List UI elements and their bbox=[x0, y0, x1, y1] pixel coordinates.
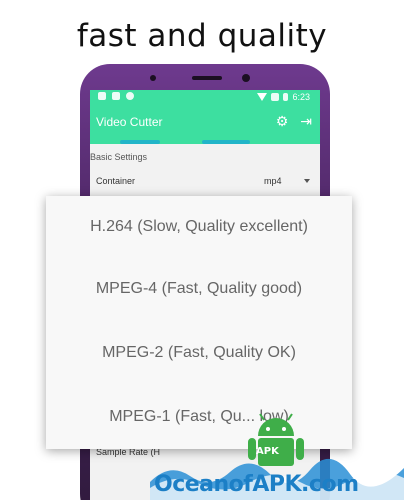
app-bar: Video Cutter ⚙ ⇥ bbox=[90, 106, 320, 138]
chevron-down-icon bbox=[304, 179, 310, 183]
container-setting-row[interactable]: Container mp4 bbox=[96, 170, 314, 194]
codec-option-mpeg2[interactable]: MPEG-2 (Fast, Quality OK) bbox=[46, 322, 352, 384]
section-label: Basic Settings bbox=[90, 152, 148, 162]
sync-icon bbox=[126, 92, 134, 100]
phone-camera bbox=[242, 74, 250, 82]
tab-bar bbox=[90, 138, 320, 144]
container-value: mp4 bbox=[264, 176, 282, 186]
app-title: Video Cutter bbox=[96, 115, 163, 129]
status-time: 6:23 bbox=[292, 92, 310, 102]
headline: fast and quality bbox=[76, 18, 328, 54]
wifi-icon bbox=[257, 93, 268, 101]
codec-option-mpeg4[interactable]: MPEG-4 (Fast, Quality good) bbox=[46, 258, 352, 320]
watermark-text: OceanofAPK.com bbox=[154, 472, 359, 497]
settings-notification-icon bbox=[98, 92, 106, 100]
tab-indicator-left bbox=[120, 140, 160, 144]
status-bar: 6:23 bbox=[90, 90, 320, 106]
signal-icon bbox=[271, 93, 280, 101]
battery-icon bbox=[283, 93, 289, 101]
phone-sensor bbox=[150, 75, 156, 81]
phone-speaker bbox=[192, 76, 222, 80]
codec-option-h264[interactable]: H.264 (Slow, Quality excellent) bbox=[46, 196, 352, 258]
container-label: Container bbox=[96, 176, 136, 186]
gear-icon[interactable]: ⚙ bbox=[276, 113, 289, 129]
exit-icon[interactable]: ⇥ bbox=[300, 113, 312, 129]
sd-card-icon bbox=[112, 92, 120, 100]
tab-indicator-right bbox=[202, 140, 250, 144]
